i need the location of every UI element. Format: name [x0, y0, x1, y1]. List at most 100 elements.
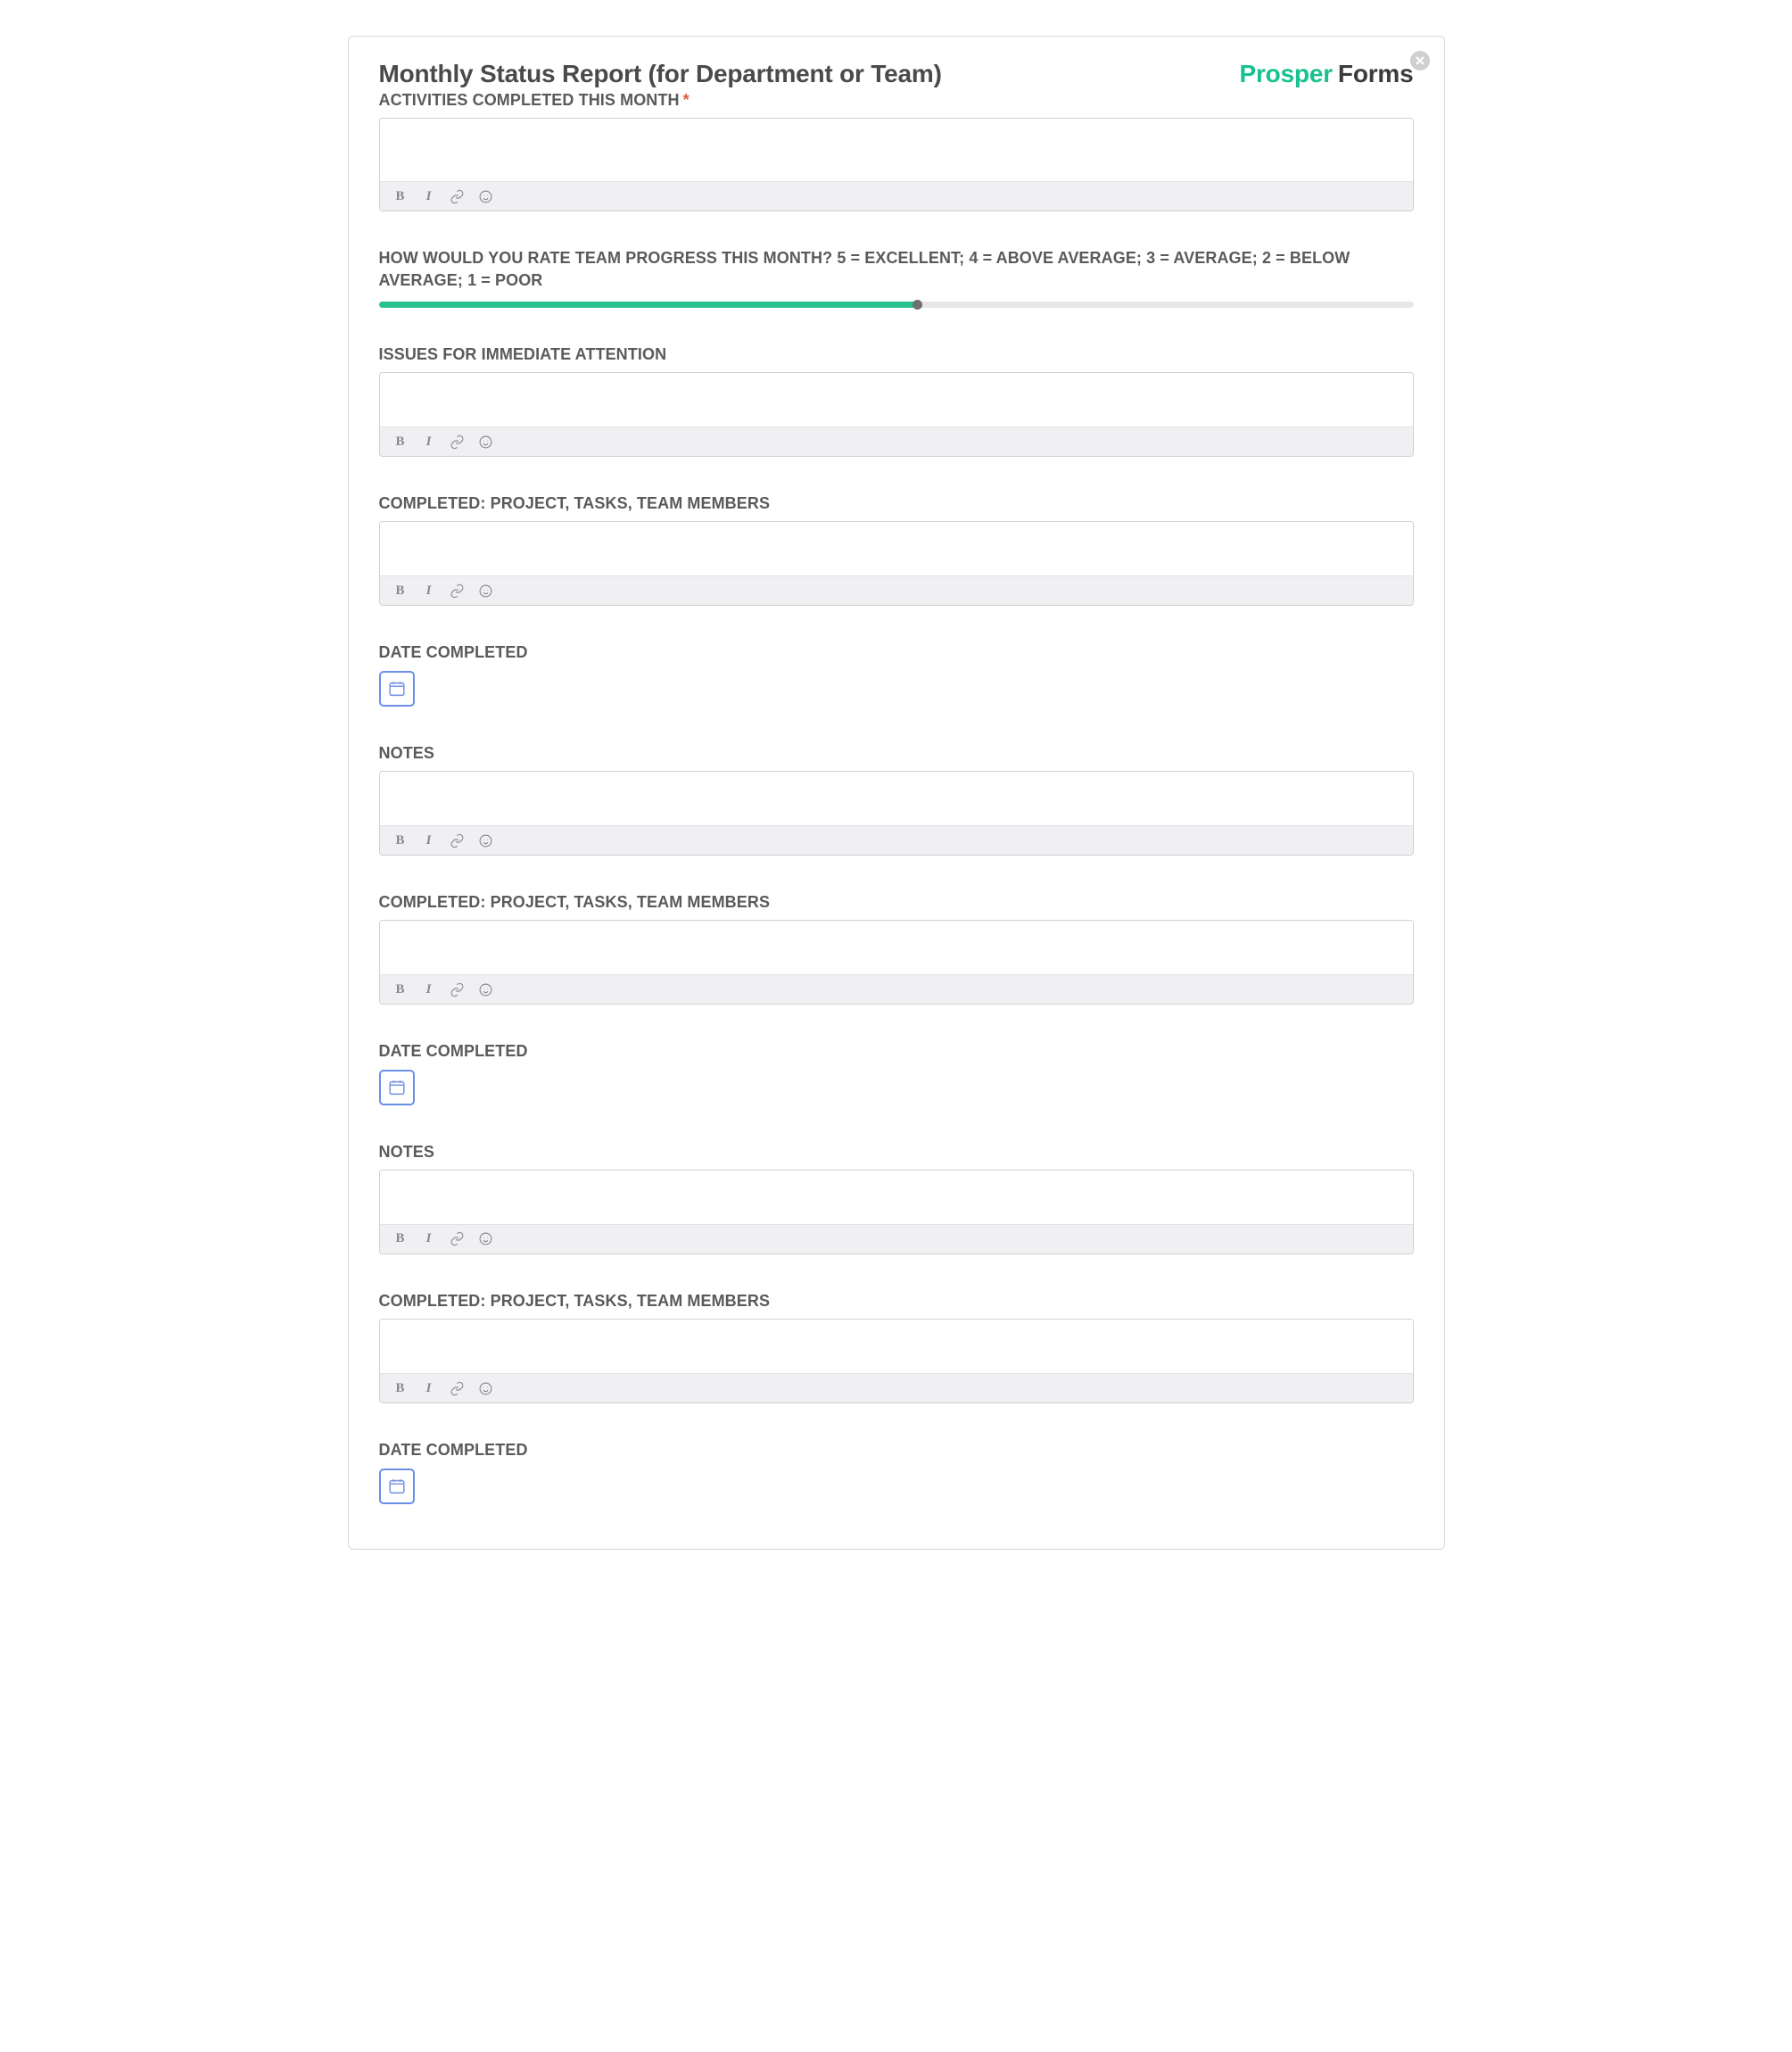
text-input[interactable] — [380, 772, 1413, 825]
calendar-icon — [387, 1477, 407, 1496]
emoji-button[interactable] — [478, 582, 494, 600]
editor-toolbar: BI — [380, 825, 1413, 855]
text-input[interactable] — [380, 522, 1413, 575]
page-title: Monthly Status Report (for Department or… — [379, 58, 942, 89]
form-field: COMPLETED: PROJECT, TASKS, TEAM MEMBERSB… — [379, 891, 1414, 1005]
italic-button[interactable]: I — [421, 832, 437, 849]
close-icon — [1416, 56, 1425, 65]
link-button[interactable] — [450, 187, 466, 205]
bold-button[interactable]: B — [392, 433, 409, 451]
link-button[interactable] — [450, 832, 466, 849]
italic-button[interactable]: I — [421, 433, 437, 451]
rating-slider[interactable] — [379, 302, 1414, 308]
rich-text-editor: BI — [379, 771, 1414, 856]
form-field: DATE COMPLETED — [379, 641, 1414, 706]
bold-button[interactable]: B — [392, 582, 409, 600]
slider-thumb[interactable] — [913, 300, 922, 310]
emoji-icon — [478, 833, 493, 848]
emoji-icon — [478, 189, 493, 204]
italic-button[interactable]: I — [421, 980, 437, 998]
editor-toolbar: BI — [380, 426, 1413, 456]
form-field: ACTIVITIES COMPLETED THIS MONTH* BI — [379, 89, 1414, 211]
link-button[interactable] — [450, 980, 466, 998]
rich-text-editor: BI — [379, 521, 1414, 606]
bold-button[interactable]: B — [392, 1230, 409, 1248]
link-icon — [450, 1231, 465, 1246]
emoji-button[interactable] — [478, 433, 494, 451]
editor-toolbar: BI — [380, 1373, 1413, 1402]
rich-text-editor: BI — [379, 118, 1414, 211]
field-label: NOTES — [379, 1141, 1414, 1163]
calendar-icon — [387, 679, 407, 699]
rich-text-editor: BI — [379, 1170, 1414, 1254]
field-label: COMPLETED: PROJECT, TASKS, TEAM MEMBERS — [379, 492, 1414, 514]
field-label: DATE COMPLETED — [379, 1040, 1414, 1062]
link-icon — [450, 189, 465, 204]
brand-logo: ProsperForms — [1240, 58, 1414, 88]
emoji-button[interactable] — [478, 1230, 494, 1248]
editor-toolbar: BI — [380, 181, 1413, 211]
emoji-button[interactable] — [478, 832, 494, 849]
form-container: Monthly Status Report (for Department or… — [348, 36, 1445, 1550]
field-label: COMPLETED: PROJECT, TASKS, TEAM MEMBERS — [379, 1290, 1414, 1311]
field-label: NOTES — [379, 742, 1414, 764]
link-icon — [450, 982, 465, 997]
editor-toolbar: BI — [380, 1224, 1413, 1254]
emoji-icon — [478, 434, 493, 450]
form-inner: Monthly Status Report (for Department or… — [349, 37, 1444, 1549]
form-field: COMPLETED: PROJECT, TASKS, TEAM MEMBERS B… — [379, 492, 1414, 606]
form-field: COMPLETED: PROJECT, TASKS, TEAM MEMBERS B… — [379, 1290, 1414, 1403]
text-input[interactable] — [380, 921, 1413, 974]
date-picker-button[interactable] — [379, 1070, 415, 1105]
form-field: DATE COMPLETED — [379, 1040, 1414, 1105]
link-icon — [450, 583, 465, 599]
emoji-icon — [478, 1381, 493, 1396]
emoji-button[interactable] — [478, 187, 494, 205]
form-field: ISSUES FOR IMMEDIATE ATTENTION BI — [379, 343, 1414, 457]
calendar-icon — [387, 1078, 407, 1097]
close-button[interactable] — [1410, 51, 1430, 70]
text-input[interactable] — [380, 1171, 1413, 1224]
emoji-button[interactable] — [478, 980, 494, 998]
bold-button[interactable]: B — [392, 187, 409, 205]
form-field: NOTES BI — [379, 1141, 1414, 1254]
link-button[interactable] — [450, 433, 466, 451]
italic-button[interactable]: I — [421, 582, 437, 600]
form-field: DATE COMPLETED — [379, 1439, 1414, 1503]
link-icon — [450, 434, 465, 450]
rich-text-editor: BI — [379, 372, 1414, 457]
editor-toolbar: BI — [380, 974, 1413, 1004]
field-label: ISSUES FOR IMMEDIATE ATTENTION — [379, 343, 1414, 365]
field-label: DATE COMPLETED — [379, 1439, 1414, 1460]
link-button[interactable] — [450, 1379, 466, 1397]
editor-toolbar: BI — [380, 575, 1413, 605]
text-input[interactable] — [380, 373, 1413, 426]
emoji-icon — [478, 1231, 493, 1246]
link-icon — [450, 1381, 465, 1396]
header-row: Monthly Status Report (for Department or… — [379, 58, 1414, 89]
text-input[interactable] — [380, 119, 1413, 181]
italic-button[interactable]: I — [421, 1379, 437, 1397]
field-label: HOW WOULD YOU RATE TEAM PROGRESS THIS MO… — [379, 247, 1414, 291]
brand-word-2: Forms — [1338, 60, 1414, 87]
rich-text-editor: BI — [379, 1319, 1414, 1403]
emoji-icon — [478, 982, 493, 997]
brand-word-1: Prosper — [1240, 60, 1333, 87]
link-button[interactable] — [450, 582, 466, 600]
field-label: ACTIVITIES COMPLETED THIS MONTH* — [379, 89, 1414, 111]
slider-fill — [379, 302, 917, 308]
bold-button[interactable]: B — [392, 1379, 409, 1397]
required-indicator: * — [683, 91, 690, 109]
bold-button[interactable]: B — [392, 832, 409, 849]
emoji-icon — [478, 583, 493, 599]
bold-button[interactable]: B — [392, 980, 409, 998]
italic-button[interactable]: I — [421, 1230, 437, 1248]
emoji-button[interactable] — [478, 1379, 494, 1397]
rich-text-editor: BI — [379, 920, 1414, 1005]
date-picker-button[interactable] — [379, 671, 415, 707]
link-icon — [450, 833, 465, 848]
link-button[interactable] — [450, 1230, 466, 1248]
italic-button[interactable]: I — [421, 187, 437, 205]
text-input[interactable] — [380, 1320, 1413, 1373]
date-picker-button[interactable] — [379, 1469, 415, 1504]
